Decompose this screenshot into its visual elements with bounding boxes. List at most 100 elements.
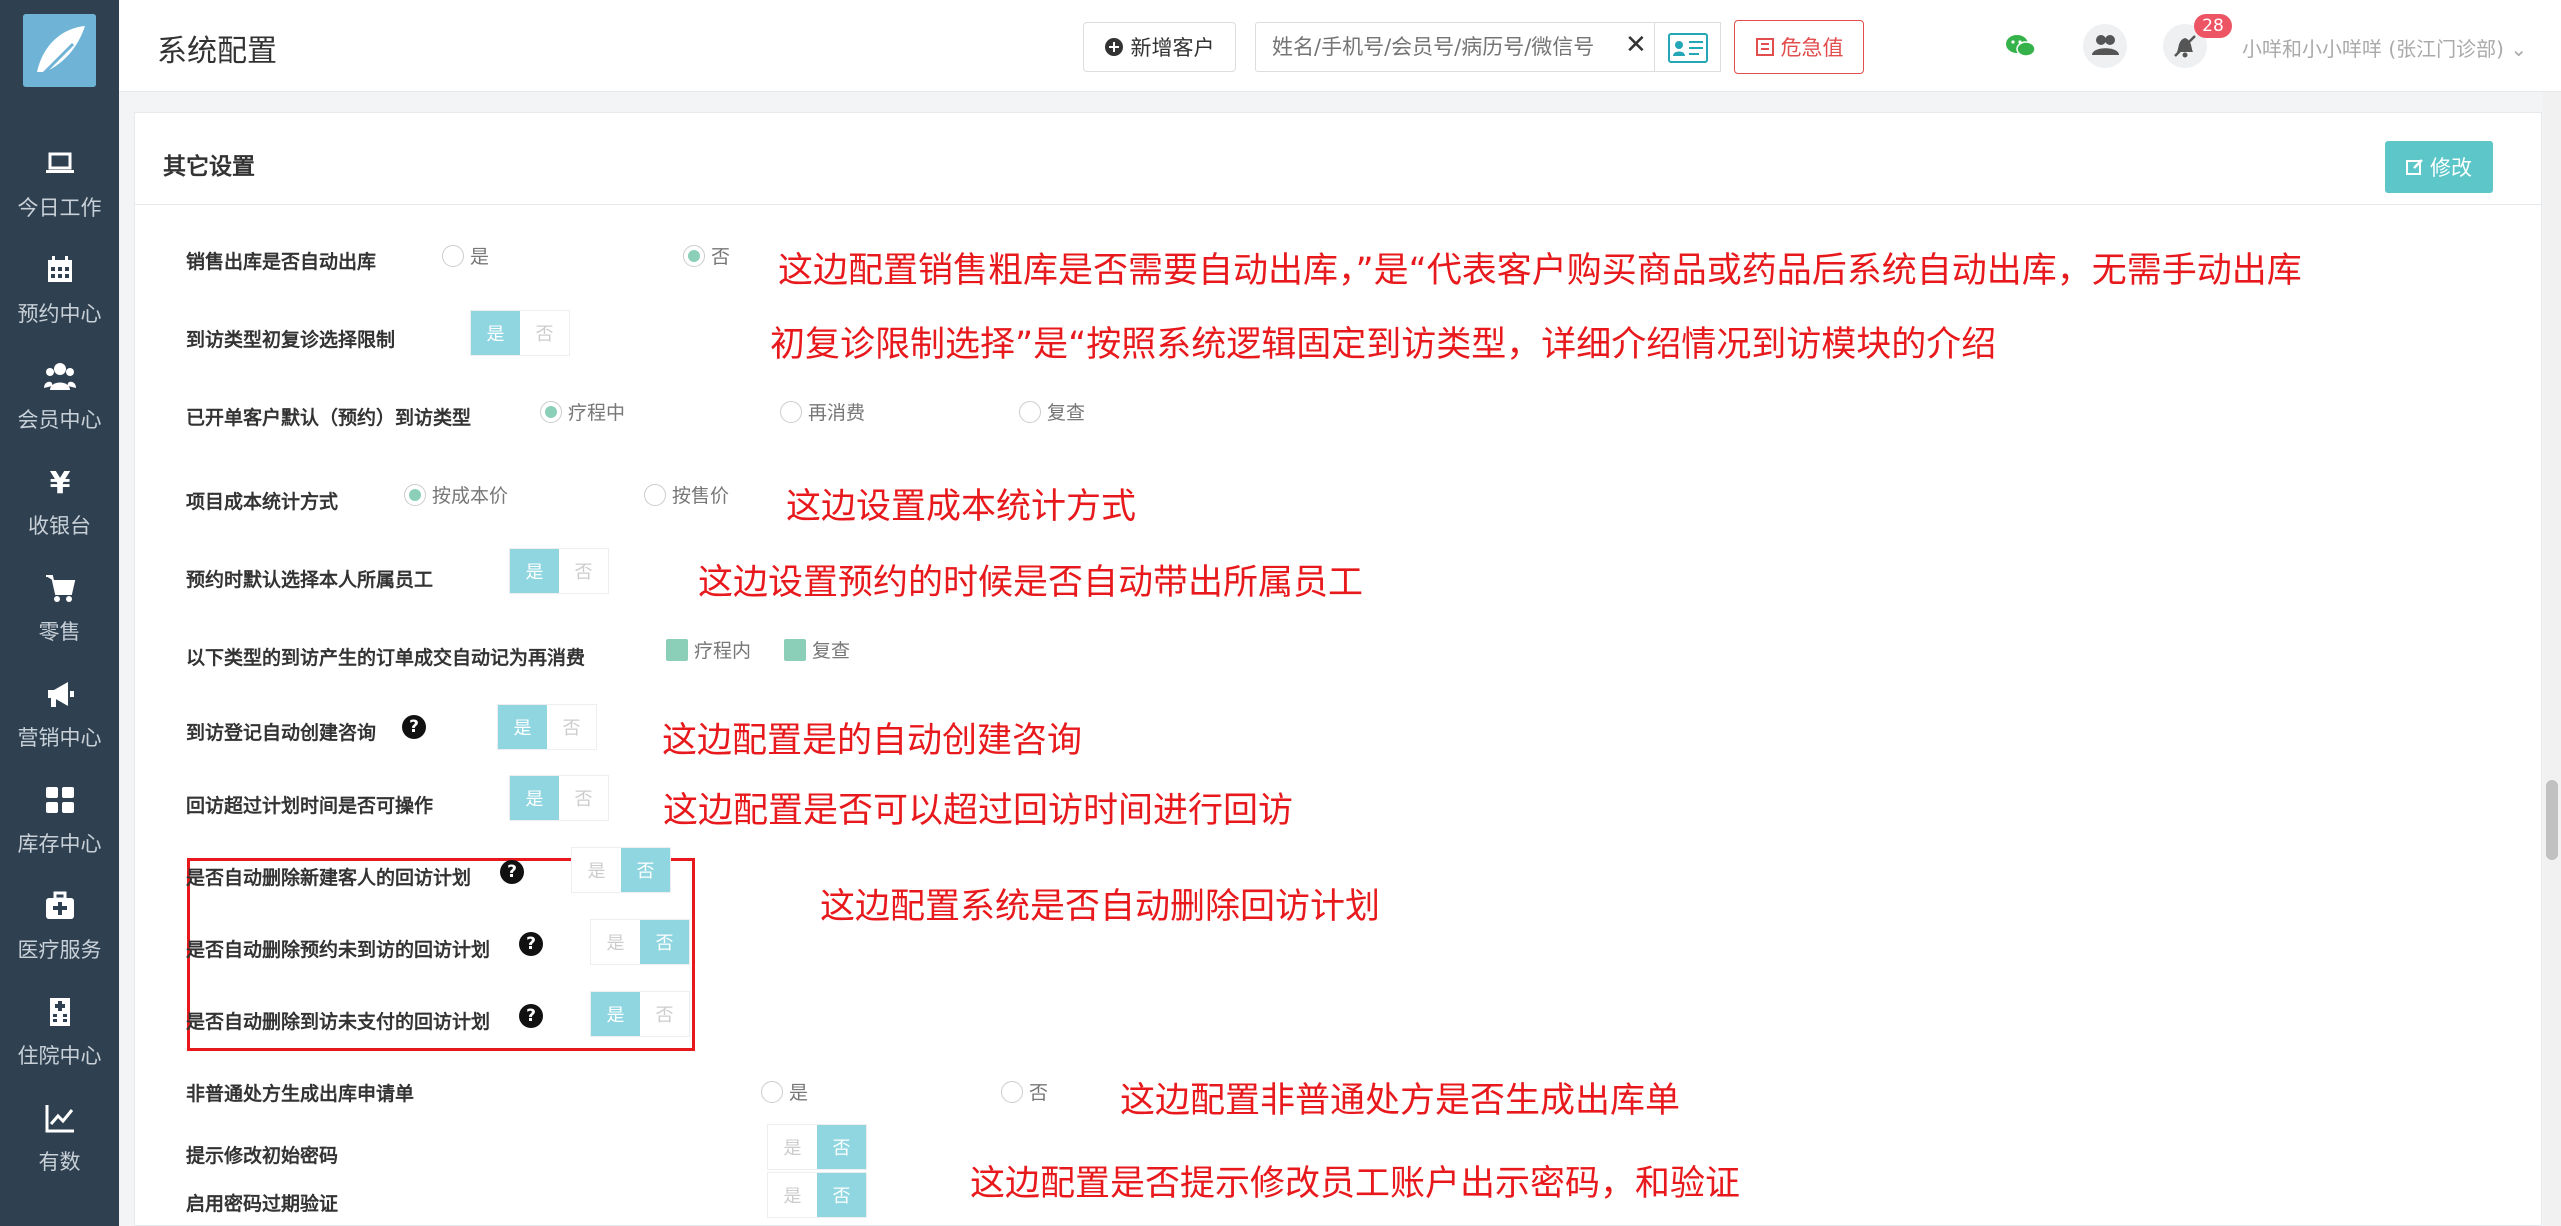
yes-no-toggle[interactable]: 是否: [509, 775, 609, 821]
radio-label: 再消费: [808, 402, 866, 424]
toggle-no[interactable]: 否: [520, 311, 569, 355]
radio-dot: [780, 400, 802, 423]
radio-by-cost[interactable]: 按成本价: [404, 481, 508, 508]
toggle-no[interactable]: 否: [817, 1125, 866, 1169]
toggle-no[interactable]: 否: [640, 920, 689, 964]
sidebar-item-analytics[interactable]: 有数: [0, 1102, 119, 1208]
alert-doc-icon: [1755, 38, 1774, 56]
wechat-icon[interactable]: [1999, 24, 2043, 68]
toggle-no[interactable]: 否: [559, 776, 608, 820]
radio-label: 是: [470, 246, 490, 268]
radio-label: 是: [789, 1082, 809, 1104]
team-icon[interactable]: [2083, 24, 2127, 68]
toggle-yes[interactable]: 是: [768, 1173, 817, 1217]
yes-no-toggle[interactable]: 是否: [590, 919, 690, 965]
annotation-note: 这边设置成本统计方式: [786, 487, 1137, 527]
laptop-icon: [46, 152, 74, 173]
yes-no-toggle[interactable]: 是否: [509, 548, 609, 594]
radio-reconsume[interactable]: 再消费: [780, 398, 865, 425]
checkbox-in-course[interactable]: 疗程内: [666, 636, 751, 663]
toggle-no[interactable]: 否: [817, 1173, 866, 1217]
toggle-yes[interactable]: 是: [591, 992, 640, 1036]
yes-no-toggle[interactable]: 是否: [767, 1124, 867, 1170]
user-menu[interactable]: 小咩和小小咩咩 (张江门诊部) ⌄: [2242, 33, 2527, 62]
sidebar-item-marketing[interactable]: 营销中心: [0, 678, 119, 784]
plus-circle-icon: [1104, 38, 1123, 56]
setting-label: 到访登记自动创建咨询: [186, 722, 377, 744]
clear-icon[interactable]: ✕: [1625, 30, 1647, 60]
checkbox-review[interactable]: 复查: [784, 636, 850, 663]
yes-no-toggle[interactable]: 是否: [497, 704, 597, 750]
toggle-no[interactable]: 否: [640, 992, 689, 1036]
setting-label: 启用密码过期验证: [186, 1193, 339, 1215]
users-icon: [44, 363, 76, 390]
sidebar-item-label: 住院中心: [17, 1044, 102, 1068]
radio-in-course[interactable]: 疗程中: [540, 398, 625, 425]
toggle-yes[interactable]: 是: [471, 311, 520, 355]
toggle-yes[interactable]: 是: [768, 1125, 817, 1169]
help-icon[interactable]: ?: [402, 715, 426, 739]
sidebar-item-label: 收银台: [28, 514, 91, 538]
chevron-down-icon: ⌄: [2510, 37, 2528, 61]
toggle-yes[interactable]: 是: [572, 848, 621, 892]
checkbox-label: 疗程内: [694, 640, 752, 662]
radio-label: 否: [711, 246, 731, 268]
danger-value-button[interactable]: 危急值: [1734, 20, 1864, 74]
checkbox-label: 复查: [812, 640, 851, 662]
radio-yes[interactable]: 是: [442, 242, 489, 269]
sidebar-item-cashier[interactable]: ¥ 收银台: [0, 466, 119, 572]
annotation-note: 初复诊限制选择”是“按照系统逻辑固定到访类型，详细介绍情况到访模块的介绍: [770, 325, 1997, 365]
setting-label: 已开单客户默认（预约）到访类型: [186, 407, 472, 429]
sidebar-item-medical[interactable]: 医疗服务: [0, 890, 119, 996]
panel-header: 其它设置 修改: [135, 113, 2541, 205]
radio-no[interactable]: 否: [1001, 1078, 1048, 1105]
setting-label: 回访超过计划时间是否可操作: [186, 795, 434, 817]
toggle-yes[interactable]: 是: [591, 920, 640, 964]
radio-review[interactable]: 复查: [1019, 398, 1085, 425]
radio-yes[interactable]: 是: [761, 1078, 808, 1105]
panel-title: 其它设置: [163, 154, 255, 180]
yes-no-toggle[interactable]: 是否: [571, 847, 671, 893]
logo[interactable]: [23, 14, 96, 87]
help-icon[interactable]: ?: [519, 1004, 543, 1028]
radio-dot: [1019, 400, 1041, 423]
annotation-note: 这边设置预约的时候是否自动带出所属员工: [698, 563, 1364, 603]
sidebar-item-appointment[interactable]: 预约中心: [0, 254, 119, 360]
sidebar-item-retail[interactable]: 零售: [0, 572, 119, 678]
checkbox-box: [666, 638, 688, 661]
toggle-yes[interactable]: 是: [498, 705, 547, 749]
scrollbar-track[interactable]: [2543, 92, 2561, 1226]
yes-no-toggle[interactable]: 是否: [470, 310, 570, 356]
search-input[interactable]: [1272, 23, 1612, 71]
radio-by-price[interactable]: 按售价: [644, 481, 729, 508]
toggle-no[interactable]: 否: [547, 705, 596, 749]
yes-no-toggle[interactable]: 是否: [590, 991, 690, 1037]
help-icon[interactable]: ?: [519, 932, 543, 956]
radio-label: 按售价: [672, 485, 730, 507]
sidebar-item-today[interactable]: 今日工作: [0, 148, 119, 254]
yes-no-toggle[interactable]: 是否: [767, 1172, 867, 1218]
toggle-no[interactable]: 否: [621, 848, 670, 892]
radio-dot: [1001, 1080, 1023, 1103]
scrollbar-thumb[interactable]: [2546, 780, 2558, 860]
sidebar-item-label: 有数: [38, 1150, 81, 1174]
edit-button[interactable]: 修改: [2385, 141, 2493, 193]
toggle-yes[interactable]: 是: [510, 549, 559, 593]
toggle-no[interactable]: 否: [559, 549, 608, 593]
help-icon[interactable]: ?: [500, 860, 524, 884]
id-card-icon: [1668, 33, 1708, 63]
sidebar-item-inpatient[interactable]: 住院中心: [0, 996, 119, 1102]
radio-label: 疗程中: [568, 402, 626, 424]
id-card-button[interactable]: [1655, 22, 1721, 72]
calendar-icon: [48, 256, 72, 282]
chart-line-icon: [45, 1105, 74, 1133]
setting-label: 是否自动删除预约未到访的回访计划: [186, 939, 491, 961]
radio-no[interactable]: 否: [683, 242, 730, 269]
sidebar-item-inventory[interactable]: 库存中心: [0, 784, 119, 890]
notification-badge: 28: [2194, 14, 2232, 38]
setting-label: 预约时默认选择本人所属员工: [186, 569, 434, 591]
annotation-note: 这边配置是否提示修改员工账户出示密码，和验证: [970, 1164, 1741, 1204]
toggle-yes[interactable]: 是: [510, 776, 559, 820]
add-customer-button[interactable]: 新增客户: [1083, 22, 1236, 72]
sidebar-item-members[interactable]: 会员中心: [0, 360, 119, 466]
